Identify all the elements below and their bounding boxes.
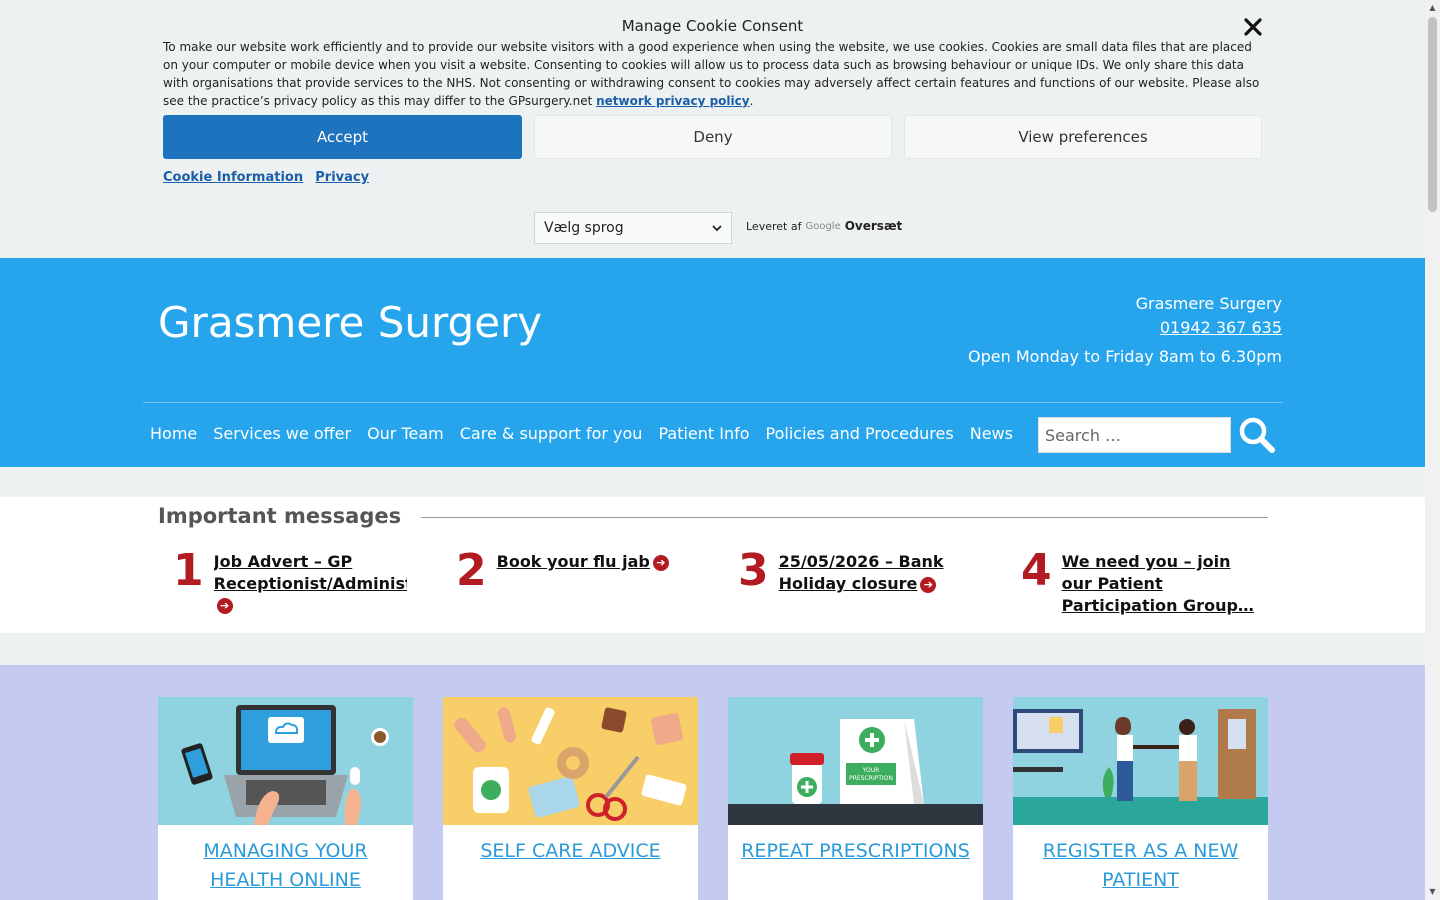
message-link[interactable]: Job Advert – GP Receptionist/Administ <box>214 552 407 593</box>
cookie-links: Cookie Information Privacy <box>163 170 377 185</box>
message-link[interactable]: We need you – join our Patient Participa… <box>1062 552 1254 615</box>
handshake-illustration-icon <box>1013 697 1268 825</box>
heading-rule <box>421 517 1268 518</box>
arrow-right-icon[interactable]: ➔ <box>216 597 233 614</box>
message-item[interactable]: 1 Job Advert – GP Receptionist/Administ … <box>173 545 407 614</box>
cookie-title: Manage Cookie Consent <box>621 17 804 35</box>
card-label[interactable]: REGISTER AS A NEW PATIENT <box>1013 829 1268 895</box>
prescription-bag-text: YOUR <box>862 767 880 774</box>
close-icon[interactable] <box>1240 14 1266 40</box>
nav-item-patient-info[interactable]: Patient Info <box>658 424 749 443</box>
accept-button[interactable]: Accept <box>163 115 522 159</box>
language-select[interactable]: Vælg sprog <box>534 212 732 244</box>
phone-link[interactable]: 01942 367 635 <box>1160 318 1282 337</box>
network-privacy-policy-link[interactable]: network privacy policy <box>596 94 749 108</box>
message-number: 4 <box>1021 545 1052 596</box>
card-label[interactable]: SELF CARE ADVICE <box>443 829 698 866</box>
laptop-illustration-icon <box>158 697 413 825</box>
card-repeat-prescriptions[interactable]: YOUR PRESCRIPTION REPEAT PRESCRIPTIONS <box>728 697 983 900</box>
message-link[interactable]: 25/05/2026 – Bank Holiday closure <box>779 552 944 593</box>
nav-item-our-team[interactable]: Our Team <box>367 424 444 443</box>
contact-info: Grasmere Surgery 01942 367 635 <box>1136 292 1282 340</box>
translate-link[interactable]: Oversæt <box>845 219 903 233</box>
site-title[interactable]: Grasmere Surgery <box>158 298 542 347</box>
google-logo: Google <box>805 220 841 232</box>
message-item[interactable]: 2 Book your flu jab ➔ <box>456 545 727 596</box>
arrow-right-icon[interactable]: ➔ <box>920 576 937 593</box>
message-number: 1 <box>173 545 204 596</box>
page-scrollbar[interactable]: ▲ ▼ <box>1425 0 1440 900</box>
contact-name: Grasmere Surgery <box>1135 294 1282 313</box>
message-number: 3 <box>738 545 769 596</box>
nav-item-policies[interactable]: Policies and Procedures <box>766 424 954 443</box>
view-preferences-button[interactable]: View preferences <box>904 115 1262 159</box>
message-number: 2 <box>456 545 487 596</box>
message-item[interactable]: 4 We need you – join our Patient Partici… <box>1021 545 1262 617</box>
card-managing-health-online[interactable]: MANAGING YOUR HEALTH ONLINE <box>158 697 413 900</box>
nav-divider <box>143 402 1283 403</box>
google-translate-powered: Leveret af Google Oversæt <box>746 219 903 233</box>
card-register-new-patient[interactable]: REGISTER AS A NEW PATIENT <box>1013 697 1268 900</box>
medicine-illustration-icon <box>443 697 698 825</box>
card-label[interactable]: MANAGING YOUR HEALTH ONLINE <box>158 829 413 895</box>
scroll-up-arrow-icon[interactable]: ▲ <box>1428 3 1437 13</box>
search-icon[interactable] <box>1238 416 1276 454</box>
important-messages-heading: Important messages <box>158 504 402 528</box>
search-input[interactable]: Search … <box>1038 417 1231 453</box>
scroll-down-arrow-icon[interactable]: ▼ <box>1428 887 1437 897</box>
card-label[interactable]: REPEAT PRESCRIPTIONS <box>728 829 983 866</box>
privacy-link[interactable]: Privacy <box>315 170 369 185</box>
message-link[interactable]: Book your flu jab <box>497 552 650 571</box>
nav-item-home[interactable]: Home <box>150 424 197 443</box>
arrow-right-icon[interactable]: ➔ <box>652 554 669 571</box>
nav-item-news[interactable]: News <box>970 424 1013 443</box>
message-item[interactable]: 3 25/05/2026 – Bank Holiday closure ➔ <box>738 545 959 596</box>
nav-item-services[interactable]: Services we offer <box>213 424 351 443</box>
cookie-description: To make our website work efficiently and… <box>163 40 1260 108</box>
opening-hours: Open Monday to Friday 8am to 6.30pm <box>968 347 1282 366</box>
prescription-bag-text: PRESCRIPTION <box>849 775 893 782</box>
nav-item-care-support[interactable]: Care & support for you <box>460 424 643 443</box>
scrollbar-thumb[interactable] <box>1428 17 1437 212</box>
main-nav: Home Services we offer Our Team Care & s… <box>150 424 1013 443</box>
prescription-illustration-icon: YOUR PRESCRIPTION <box>728 697 983 825</box>
cookie-information-link[interactable]: Cookie Information <box>163 170 303 185</box>
chevron-down-icon <box>712 225 722 232</box>
card-self-care-advice[interactable]: SELF CARE ADVICE <box>443 697 698 900</box>
deny-button[interactable]: Deny <box>534 115 892 159</box>
language-select-value: Vælg sprog <box>544 220 624 236</box>
cookie-consent-banner: Manage Cookie Consent To make our websit… <box>0 0 1425 258</box>
